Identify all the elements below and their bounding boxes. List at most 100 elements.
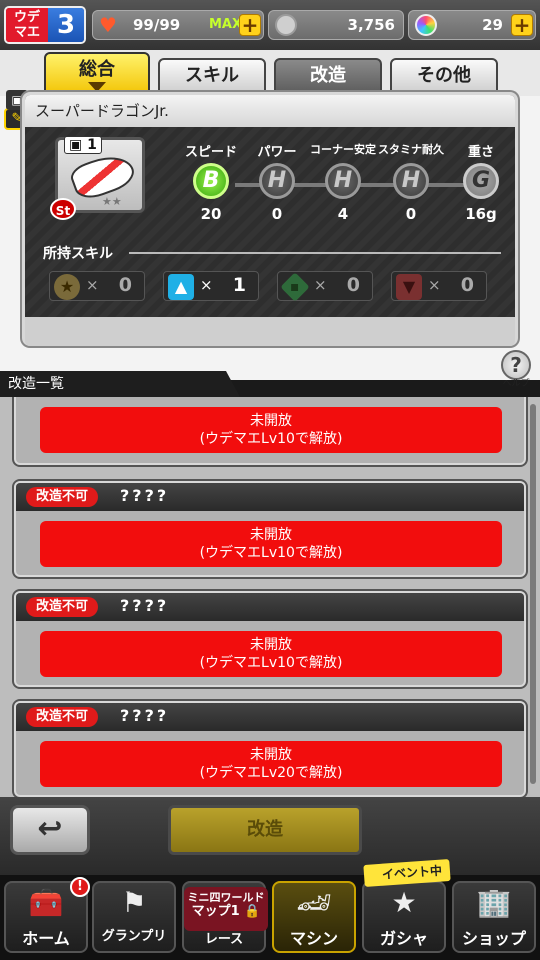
modify-name: ???? (120, 596, 170, 615)
stat-stamina-grade: H (393, 163, 429, 199)
modify-button[interactable]: 改造 (168, 805, 362, 855)
list-scrollbar[interactable] (530, 404, 536, 784)
stat-stamina-value: 0 (405, 205, 417, 223)
tab-skill[interactable]: スキル (158, 58, 266, 94)
star-wreath-icon: ★ (391, 886, 417, 919)
modify-list[interactable]: 未開放 (ウデマエLv10で解放) 改造不可 ???? 未開放 (ウデマエLv1… (0, 397, 540, 797)
back-button[interactable]: ↩ (10, 805, 90, 855)
status-badge: 改造不可 (26, 487, 99, 507)
stat-weight: 重さ G 16g (445, 141, 517, 223)
chevron-down-icon (88, 82, 106, 92)
skill-up-count: ▲ × 1 (163, 271, 259, 301)
stat-corner: コーナー安定 H 4 (307, 141, 379, 223)
nav-grandprix-label: グランプリ (101, 929, 167, 944)
tab-bar: ✎ 総合 スキル 改造 その他 (0, 50, 540, 130)
udemae-level-badge: ウデマエ 3 (4, 6, 86, 44)
help-label: ヘルプ (502, 379, 530, 389)
stat-corner-value: 4 (337, 205, 349, 223)
udemae-label: ウデマエ (6, 8, 48, 42)
machine-thumbnail[interactable]: ▣ 1 St ★★ (50, 136, 145, 220)
help-button[interactable]: ? ヘルプ (498, 350, 534, 394)
list-item: 改造不可 ???? 未開放 (ウデマエLv10で解放) (14, 481, 526, 577)
list-item: 未開放 (ウデマエLv10で解放) (14, 397, 526, 465)
status-badge: 改造不可 (26, 707, 99, 727)
stat-corner-label: コーナー安定 (310, 143, 376, 156)
stat-weight-grade: G (463, 163, 499, 199)
panel-footer (25, 317, 515, 346)
skills-heading: 所持スキル (43, 246, 113, 262)
list-item-header: 改造不可 ???? (16, 483, 524, 511)
list-item: 改造不可 ???? 未開放 (ウデマエLv20で解放) (14, 701, 526, 797)
stat-speed-grade: B (193, 163, 229, 199)
status-bar: ウデマエ 3 ♥ 99/99 MAX + 3,756 29 + (0, 0, 540, 50)
stamina-value: 99/99 (133, 16, 181, 34)
bottom-nav: 🧰 ホーム ! ⚑ グランプリ ミニ四ワールド マップ1 🔒 レース 🏎 マシン… (0, 875, 540, 960)
stamina-max-label: MAX (209, 17, 243, 32)
skill-diamond-count: ◆ × 0 (277, 271, 373, 302)
arrow-down-icon: ▼ (396, 274, 422, 300)
modify-list-header: 改造一覧 (0, 371, 240, 397)
skill-up-value: 1 (232, 274, 246, 296)
checkered-flag-icon: ⚑ (121, 886, 147, 919)
locked-modify-button[interactable]: 未開放 (ウデマエLv20で解放) (40, 741, 502, 787)
nav-home-label: ホーム (22, 929, 70, 948)
nav-shop-label: ショップ (461, 929, 526, 948)
locked-modify-button[interactable]: 未開放 (ウデマエLv10で解放) (40, 407, 502, 453)
star-icon: ★ (54, 274, 80, 300)
gem-value: 29 (482, 16, 503, 34)
stat-speed-value: 20 (200, 205, 222, 223)
locked-modify-button[interactable]: 未開放 (ウデマエLv10で解放) (40, 521, 502, 567)
stat-power: パワー H 0 (241, 141, 313, 223)
building-icon: 🏢 (476, 886, 512, 919)
slot-number: ▣ 1 (64, 136, 102, 154)
rarity-stars: ★★ (102, 195, 122, 208)
coin-counter: 3,756 (268, 10, 404, 40)
world-map-banner: ミニ四ワールド マップ1 🔒 (184, 887, 268, 931)
stat-power-label: パワー (257, 145, 297, 160)
add-stamina-button[interactable]: + (239, 14, 261, 36)
times-sign: × (314, 276, 327, 294)
st-badge: St (50, 198, 76, 220)
stat-weight-label: 重さ (467, 145, 494, 160)
list-item-header: 改造不可 ???? (16, 593, 524, 621)
skill-diamond-value: 0 (346, 274, 360, 296)
stat-speed: スピード B 20 (175, 141, 247, 223)
nav-grandprix[interactable]: ⚑ グランプリ (92, 881, 176, 953)
tab-overview-label: 総合 (79, 59, 115, 80)
lock-icon: 🔒 (244, 904, 261, 919)
times-sign: × (86, 276, 99, 294)
map-banner-line2: マップ1 🔒 (191, 904, 261, 919)
unlock-condition: (ウデマエLv10で解放) (199, 545, 343, 561)
arrow-up-icon: ▲ (168, 274, 194, 300)
tab-other[interactable]: その他 (390, 58, 498, 94)
nav-shop[interactable]: 🏢 ショップ (452, 881, 536, 953)
nav-race-label: レース (204, 932, 244, 947)
tab-modify[interactable]: 改造 (274, 58, 382, 94)
locked-label: 未開放 (250, 527, 292, 543)
udemae-level-value: 3 (48, 8, 84, 42)
nav-gacha[interactable]: ★ ガシャ (362, 881, 446, 953)
add-gem-button[interactable]: + (511, 14, 533, 36)
stat-corner-grade: H (325, 163, 361, 199)
stat-stamina: スタミナ耐久 H 0 (375, 141, 447, 223)
nav-gacha-label: ガシャ (379, 929, 428, 948)
nav-race[interactable]: ミニ四ワールド マップ1 🔒 レース (182, 881, 268, 953)
diamond-icon: ◆ (280, 272, 310, 302)
nav-machine-label: マシン (289, 929, 338, 948)
unlock-condition: (ウデマエLv20で解放) (199, 765, 343, 781)
heart-icon: ♥ (99, 13, 117, 37)
stat-weight-value: 16g (465, 205, 497, 223)
skills-divider (129, 252, 501, 254)
nav-home[interactable]: 🧰 ホーム ! (4, 877, 90, 953)
modify-name: ???? (120, 706, 170, 725)
list-item: 改造不可 ???? 未開放 (ウデマエLv10で解放) (14, 591, 526, 687)
stat-power-grade: H (259, 163, 295, 199)
locked-label: 未開放 (250, 747, 292, 763)
stat-stamina-label: スタミナ耐久 (378, 143, 444, 156)
notification-badge: ! (70, 877, 90, 897)
machine-info-panel: スーパードラゴンJr. ▣ 1 St ★★ スピード B 20 パワー H 0 … (22, 92, 518, 346)
action-bar: ↩ 改造 (0, 797, 540, 875)
nav-machine[interactable]: 🏎 マシン (272, 881, 356, 953)
machine-name: スーパードラゴンJr. (25, 95, 515, 127)
locked-modify-button[interactable]: 未開放 (ウデマエLv10で解放) (40, 631, 502, 677)
